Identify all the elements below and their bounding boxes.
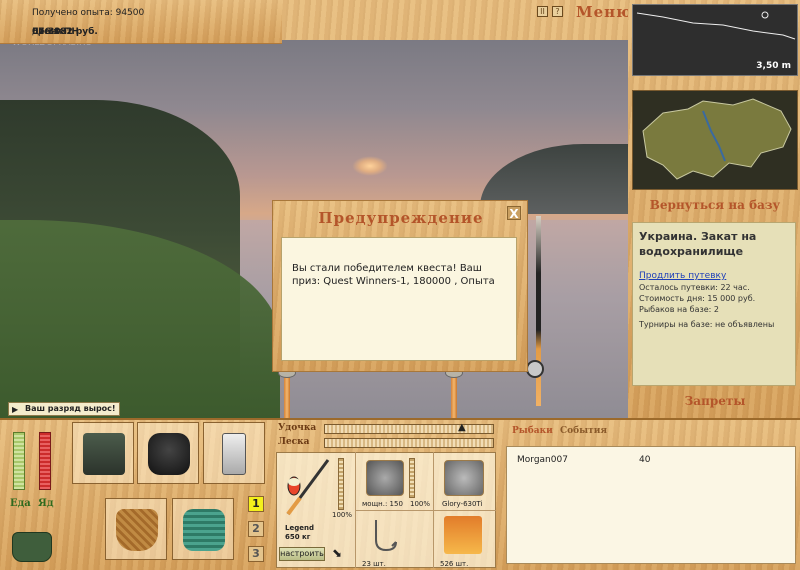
- location-info-panel: Украина. Закат на водохранилище Продлить…: [632, 222, 796, 386]
- reel-condition: 100%: [410, 500, 431, 508]
- help-button[interactable]: ?: [552, 6, 563, 17]
- drink-meter: [39, 432, 51, 490]
- rod-icon[interactable]: [280, 456, 334, 518]
- rod-stand-2[interactable]: [451, 372, 457, 420]
- drink-label: Яд: [38, 498, 54, 509]
- basket-slot[interactable]: [105, 498, 167, 560]
- divider: [355, 510, 496, 511]
- players-list: Morgan007 40: [506, 446, 796, 564]
- backpack-icon: [148, 433, 190, 475]
- reel-power: мощн.: 150: [362, 500, 403, 508]
- hook-icon[interactable]: [366, 516, 404, 554]
- extend-permit-link[interactable]: Продлить путевку: [639, 271, 789, 281]
- tab-events[interactable]: События: [560, 426, 607, 436]
- xp-label: Получено опыта: 94500: [32, 8, 145, 18]
- depth-line: [636, 12, 796, 40]
- rod-condition: 100%: [332, 511, 353, 519]
- bans-button[interactable]: Запреты: [632, 394, 798, 408]
- tournaments-status: Турниры на базе: не объявлены: [639, 320, 775, 329]
- line-tension-bar: [324, 438, 494, 448]
- keepnet-icon: [183, 509, 225, 551]
- bait-icon[interactable]: [444, 516, 482, 554]
- rod-tension-label: Удочка: [278, 423, 317, 433]
- arrow-icon[interactable]: ⬊: [332, 546, 342, 560]
- sun: [352, 156, 388, 176]
- warning-dialog: Предупреждение X Вы стали победителем кв…: [272, 200, 528, 372]
- play-icon: ▶: [12, 405, 19, 414]
- line-name: Glory-630Ti: [442, 500, 483, 508]
- rank-up-banner[interactable]: ▶ Ваш разряд вырос!: [8, 402, 120, 416]
- list-item[interactable]: Morgan007 40: [517, 455, 787, 465]
- location-title: Украина. Закат на водохранилище: [639, 230, 757, 258]
- basket-icon: [116, 509, 158, 551]
- bag-icon[interactable]: [12, 532, 52, 562]
- bait-count: 526 шт.: [440, 560, 469, 568]
- rod-max-weight: 650 кг: [285, 533, 311, 541]
- return-to-base-button[interactable]: Вернуться на базу: [632, 198, 798, 212]
- rod-name: Legend: [285, 524, 314, 532]
- player-score: 40: [639, 455, 651, 465]
- tab-fishers[interactable]: Рыбаки: [512, 426, 553, 436]
- tension-marker-icon: ▲: [458, 422, 466, 433]
- money-value: 676 182 руб.: [32, 27, 98, 37]
- players-tabs: Рыбаки События: [512, 426, 607, 436]
- stats-panel: Получено опыта: 94500 Время: 05:30 ПН Де…: [0, 0, 282, 44]
- food-meter: [13, 432, 25, 490]
- tackle-box-icon: [83, 433, 125, 475]
- dialog-message: Вы стали победителем квеста! Ваш приз: Q…: [281, 237, 517, 361]
- day-cost: Стоимость дня: 15 000 руб.: [639, 294, 756, 303]
- rod-slot-3-button[interactable]: 3: [248, 546, 264, 562]
- adjust-button[interactable]: настроить: [279, 547, 325, 561]
- phone-icon: [222, 433, 246, 475]
- keepnet-slot[interactable]: [172, 498, 234, 560]
- player-name: Morgan007: [517, 455, 568, 465]
- ukraine-map-icon: [633, 91, 797, 189]
- food-label: Еда: [10, 498, 31, 509]
- menu-button[interactable]: Меню: [576, 3, 633, 21]
- phone-slot[interactable]: [203, 422, 265, 484]
- window-controls: II?: [537, 6, 567, 17]
- hook-count: 23 шт.: [362, 560, 386, 568]
- rod-stand-1[interactable]: [284, 372, 290, 420]
- location-map[interactable]: [632, 90, 798, 190]
- rod-slot-1-button[interactable]: 1: [248, 496, 264, 512]
- reel-condition-bar: [409, 458, 415, 498]
- fishers-count: Рыбаков на базе: 2: [639, 305, 719, 314]
- rank-up-text: Ваш разряд вырос!: [25, 404, 116, 413]
- rod-reel-icon: [526, 360, 544, 378]
- line-tension-label: Леска: [278, 437, 310, 447]
- rod-slot-2-button[interactable]: 2: [248, 521, 264, 537]
- reel-icon[interactable]: [366, 460, 404, 496]
- rod-condition-bar: [338, 458, 344, 510]
- depth-value: 3,50 m: [756, 61, 791, 71]
- dialog-title: Предупреждение: [318, 209, 484, 227]
- close-icon[interactable]: X: [507, 206, 521, 221]
- tackle-box-slot[interactable]: [72, 422, 134, 484]
- permit-remaining: Осталось путевки: 22 час.: [639, 283, 750, 292]
- rod-tension-bar: [324, 424, 494, 434]
- depth-chart: 3,50 m: [632, 4, 798, 76]
- backpack-slot[interactable]: [137, 422, 199, 484]
- float-marker-icon: [761, 11, 769, 19]
- pause-button[interactable]: II: [537, 6, 548, 17]
- line-spool-icon[interactable]: [444, 460, 484, 496]
